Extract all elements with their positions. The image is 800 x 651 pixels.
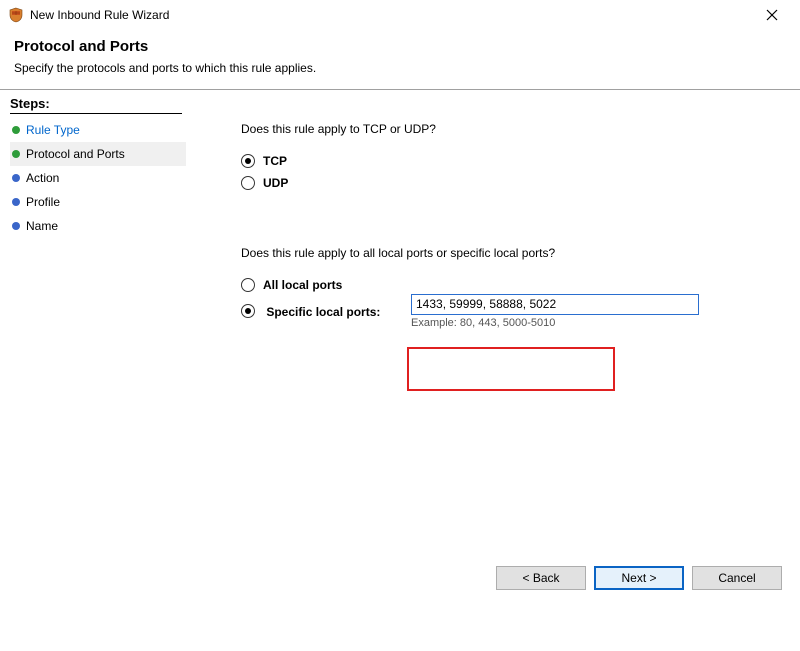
step-protocol-and-ports[interactable]: Protocol and Ports bbox=[10, 142, 186, 166]
cancel-button[interactable]: Cancel bbox=[692, 566, 782, 590]
wizard-header: Protocol and Ports Specify the protocols… bbox=[0, 30, 800, 89]
wizard-buttons: < Back Next > Cancel bbox=[496, 566, 782, 590]
radio-specific-local-ports[interactable]: Specific local ports: Example: 80, 443, … bbox=[241, 300, 780, 322]
step-label: Profile bbox=[26, 195, 60, 209]
firewall-icon bbox=[8, 7, 24, 23]
step-label: Protocol and Ports bbox=[26, 147, 125, 161]
bullet-icon bbox=[12, 150, 20, 158]
ports-question: Does this rule apply to all local ports … bbox=[241, 246, 780, 260]
wizard-content: Does this rule apply to TCP or UDP? TCP … bbox=[186, 90, 800, 590]
close-button[interactable] bbox=[752, 1, 792, 29]
step-name[interactable]: Name bbox=[10, 214, 186, 238]
annotation-highlight bbox=[407, 347, 615, 391]
step-link[interactable]: Rule Type bbox=[26, 123, 80, 137]
back-button[interactable]: < Back bbox=[496, 566, 586, 590]
title-bar: New Inbound Rule Wizard bbox=[0, 0, 800, 30]
bullet-icon bbox=[12, 174, 20, 182]
protocol-question: Does this rule apply to TCP or UDP? bbox=[241, 122, 780, 136]
close-icon bbox=[766, 9, 778, 21]
specific-ports-input[interactable] bbox=[411, 294, 699, 315]
radio-udp[interactable]: UDP bbox=[241, 172, 780, 194]
radio-label-all-ports: All local ports bbox=[263, 278, 342, 292]
radio-icon[interactable] bbox=[241, 278, 255, 292]
bullet-icon bbox=[12, 222, 20, 230]
bullet-icon bbox=[12, 126, 20, 134]
radio-label-udp: UDP bbox=[263, 176, 288, 190]
radio-label-specific-ports: Specific local ports: bbox=[266, 304, 380, 318]
ports-example: Example: 80, 443, 5000-5010 bbox=[411, 317, 699, 329]
radio-tcp[interactable]: TCP bbox=[241, 150, 780, 172]
radio-icon[interactable] bbox=[241, 176, 255, 190]
step-action[interactable]: Action bbox=[10, 166, 186, 190]
step-profile[interactable]: Profile bbox=[10, 190, 186, 214]
steps-sidebar: Steps: Rule Type Protocol and Ports Acti… bbox=[0, 90, 186, 590]
bullet-icon bbox=[12, 198, 20, 206]
page-subtitle: Specify the protocols and ports to which… bbox=[14, 61, 786, 75]
radio-label-tcp: TCP bbox=[263, 154, 287, 168]
step-label: Name bbox=[26, 219, 58, 233]
step-label: Action bbox=[26, 171, 59, 185]
radio-icon[interactable] bbox=[241, 304, 255, 318]
page-title: Protocol and Ports bbox=[14, 38, 786, 55]
steps-heading: Steps: bbox=[10, 96, 182, 114]
radio-icon[interactable] bbox=[241, 154, 255, 168]
next-button[interactable]: Next > bbox=[594, 566, 684, 590]
step-rule-type[interactable]: Rule Type bbox=[10, 118, 186, 142]
window-title: New Inbound Rule Wizard bbox=[30, 8, 752, 22]
